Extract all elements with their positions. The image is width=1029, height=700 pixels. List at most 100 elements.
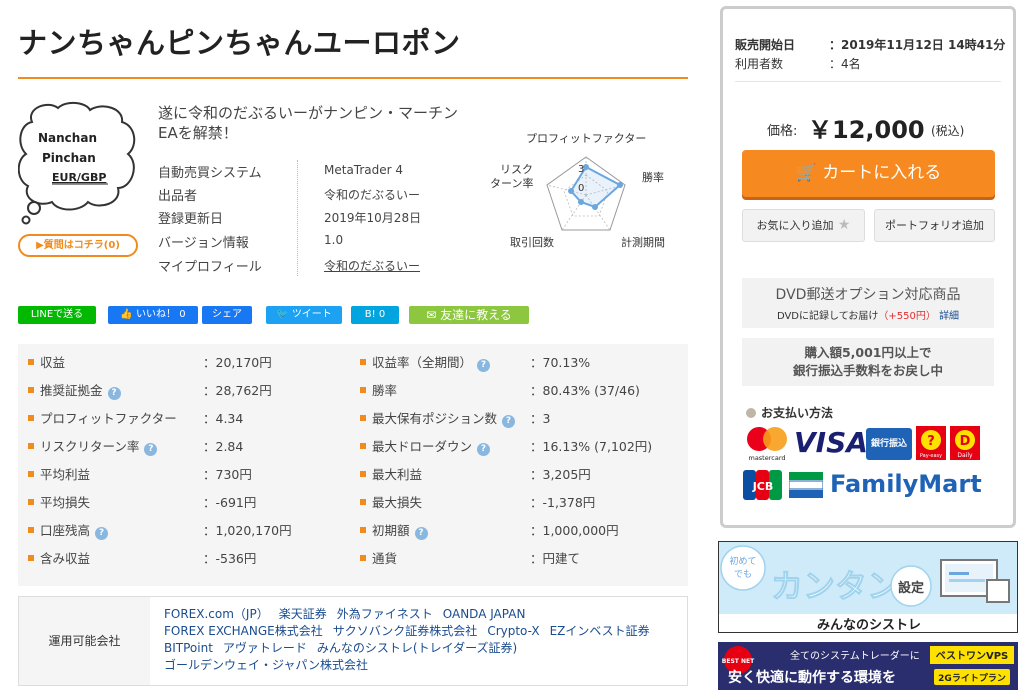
hatena-bookmark-button[interactable]: B! 0 (351, 306, 399, 324)
payment-title: お支払い方法 (746, 404, 833, 421)
stat-label: 含み収益 (28, 551, 90, 566)
stats-table: 収益 ：20,170円 推奨証拠金? ：28,762円 プロフィットファクター … (18, 344, 688, 586)
stat-value: ：1,020,170円 (203, 523, 292, 538)
product-title: ナンちゃんピンちゃんユーロポン (18, 26, 461, 60)
radar-scale-min: 0 (578, 183, 584, 194)
stat-row: 口座残高? (28, 517, 109, 545)
help-icon[interactable]: ? (144, 443, 158, 456)
profile-link[interactable]: 令和のだぶるいー (324, 257, 420, 274)
stat-value: ：20,170円 (203, 355, 272, 370)
radar-label-risk-1: リスク (500, 163, 533, 176)
stat-value: ：70.13% (530, 355, 591, 370)
stat-row: 初期額? (360, 517, 428, 545)
jcb-text: JCB (752, 480, 774, 493)
stat-label: 通貨 (360, 551, 397, 566)
stat-value: ：28,762円 (203, 383, 272, 398)
stat-value: ：-536円 (203, 551, 257, 566)
stat-row: 最大保有ポジション数? (360, 405, 516, 433)
facebook-share-button[interactable]: シェア (202, 306, 252, 324)
broker-link[interactable]: 楽天証券 (279, 607, 327, 621)
radar-label-risk-2: ターン率 (490, 176, 533, 190)
radar-label-trades: 取引回数 (510, 235, 554, 249)
radar-label-winrate: 勝率 (642, 170, 664, 184)
stat-value: ：2.84 (203, 439, 244, 454)
stat-row: プロフィットファクター (28, 405, 177, 433)
familymart-logo-icon (789, 472, 823, 498)
stat-label: 収益率（全期間） (360, 355, 472, 370)
line-share-button[interactable]: LINEで送る (18, 306, 96, 324)
dvd-detail-link[interactable]: 詳細 (939, 311, 959, 322)
stat-row: 含み収益 (28, 545, 90, 573)
sidebar-divider (735, 81, 1001, 82)
users-value: ：4名 (829, 57, 861, 71)
users-label: 利用者数 (735, 57, 784, 71)
stat-row: 最大ドローダウン? (360, 433, 491, 461)
price-tax: (税込) (931, 124, 965, 138)
broker-link[interactable]: みんなのシストレ(トレイダーズ証券) (317, 641, 517, 655)
facebook-like-button[interactable]: 👍 いいね！ 0 (108, 306, 198, 324)
dvd-option-box: DVD郵送オプション対応商品 DVDに記録してお届け（+550円） 詳細 (742, 278, 994, 328)
help-icon[interactable]: ? (414, 527, 428, 540)
sale-start-value: ：2019年11月12日 14時41分 (829, 38, 1006, 52)
broker-link[interactable]: EZインベスト証券 (550, 624, 650, 638)
add-portfolio-button[interactable]: ポートフォリオ追加 (874, 209, 995, 242)
info-label-version: バージョン情報 (158, 236, 249, 251)
banner-first-time: 初めて (729, 555, 756, 567)
jcb-icon: JCB (743, 470, 782, 500)
svg-text:?: ? (927, 434, 935, 449)
tweet-button[interactable]: 🐦 ツイート (266, 306, 342, 324)
best-one-vps-banner[interactable]: BEST NET 全てのシステムトレーダーに 安く快適に動作する環境を ベストワ… (718, 642, 1018, 690)
help-icon[interactable]: ? (95, 527, 109, 540)
price-label: 価格: (767, 124, 798, 139)
stat-row: 収益 (28, 349, 65, 377)
question-icon: ▶ (36, 240, 44, 251)
help-icon[interactable]: ? (107, 387, 121, 400)
dvd-sub-text: DVDに記録してお届け (776, 311, 879, 322)
broker-link[interactable]: Crypto-X (487, 624, 539, 638)
broker-link[interactable]: FOREX EXCHANGE株式会社 (164, 624, 323, 638)
like-label: いいね！ 0 (136, 309, 186, 320)
cart-button-label: カートに入れる (822, 163, 942, 183)
stat-label: 最大ドローダウン (360, 439, 472, 454)
daily-icon: D Daily (950, 426, 980, 460)
banner-demo: でも (734, 569, 752, 580)
stat-value: ：3,205円 (530, 467, 591, 482)
broker-link[interactable]: BITPoint (164, 641, 213, 655)
tell-friend-button[interactable]: ✉ 友達に教える (409, 306, 529, 324)
daily-text: Daily (957, 452, 973, 459)
broker-link[interactable]: OANDA JAPAN (443, 607, 526, 621)
broker-link[interactable]: FOREX.com（JP） (164, 607, 269, 621)
minna-no-systre-banner[interactable]: 初めて でも カンタン 設定 みんなのシストレ (718, 541, 1018, 633)
add-to-cart-button[interactable]: 🛒 カートに入れる (742, 150, 995, 197)
mail-icon: ✉ (426, 308, 441, 322)
stat-label: 最大利益 (360, 467, 422, 482)
bank-line-2: 銀行振込手数料をお戻し中 (792, 363, 943, 378)
broker-link[interactable]: アヴァトレード (223, 641, 307, 655)
stat-label: 推奨証拠金 (28, 383, 103, 398)
banner-brand: みんなのシストレ (817, 618, 921, 633)
svg-text:D: D (960, 434, 971, 449)
question-button[interactable]: ▶質問はコチラ(0) (18, 234, 138, 257)
logo-text-pinchan: Pinchan (42, 151, 96, 165)
stat-label: 最大保有ポジション数 (360, 411, 497, 426)
stat-row: 通貨 (360, 545, 397, 573)
help-icon[interactable]: ? (477, 443, 491, 456)
stat-value: ：80.43% (37/46) (530, 383, 640, 398)
dvd-subline: DVDに記録してお届け（+550円） 詳細 (742, 304, 994, 322)
banner2-tag: BEST NET (722, 658, 755, 665)
add-favorite-button[interactable]: お気に入り追加 ★ (742, 209, 865, 242)
favorite-label: お気に入り追加 (756, 219, 834, 232)
help-icon[interactable]: ? (477, 359, 491, 372)
broker-link[interactable]: サクソバンク証券株式会社 (333, 624, 478, 638)
banner2-plan: 2Gライトプラン (938, 672, 1006, 684)
broker-link[interactable]: 外為ファイネスト (337, 607, 433, 621)
help-icon[interactable]: ? (502, 415, 516, 428)
mastercard-icon: mastercard (747, 427, 787, 462)
tell-friend-label: 友達に教える (440, 308, 512, 322)
stat-row: 平均損失 (28, 489, 90, 517)
stat-label: 口座残高 (28, 523, 90, 538)
radar-point-risk (568, 188, 574, 194)
broker-link[interactable]: ゴールデンウェイ・ジャパン株式会社 (164, 658, 368, 672)
radar-label-period: 計測期間 (621, 235, 665, 249)
banner2-text2: 安く快適に動作する環境を (728, 669, 896, 686)
